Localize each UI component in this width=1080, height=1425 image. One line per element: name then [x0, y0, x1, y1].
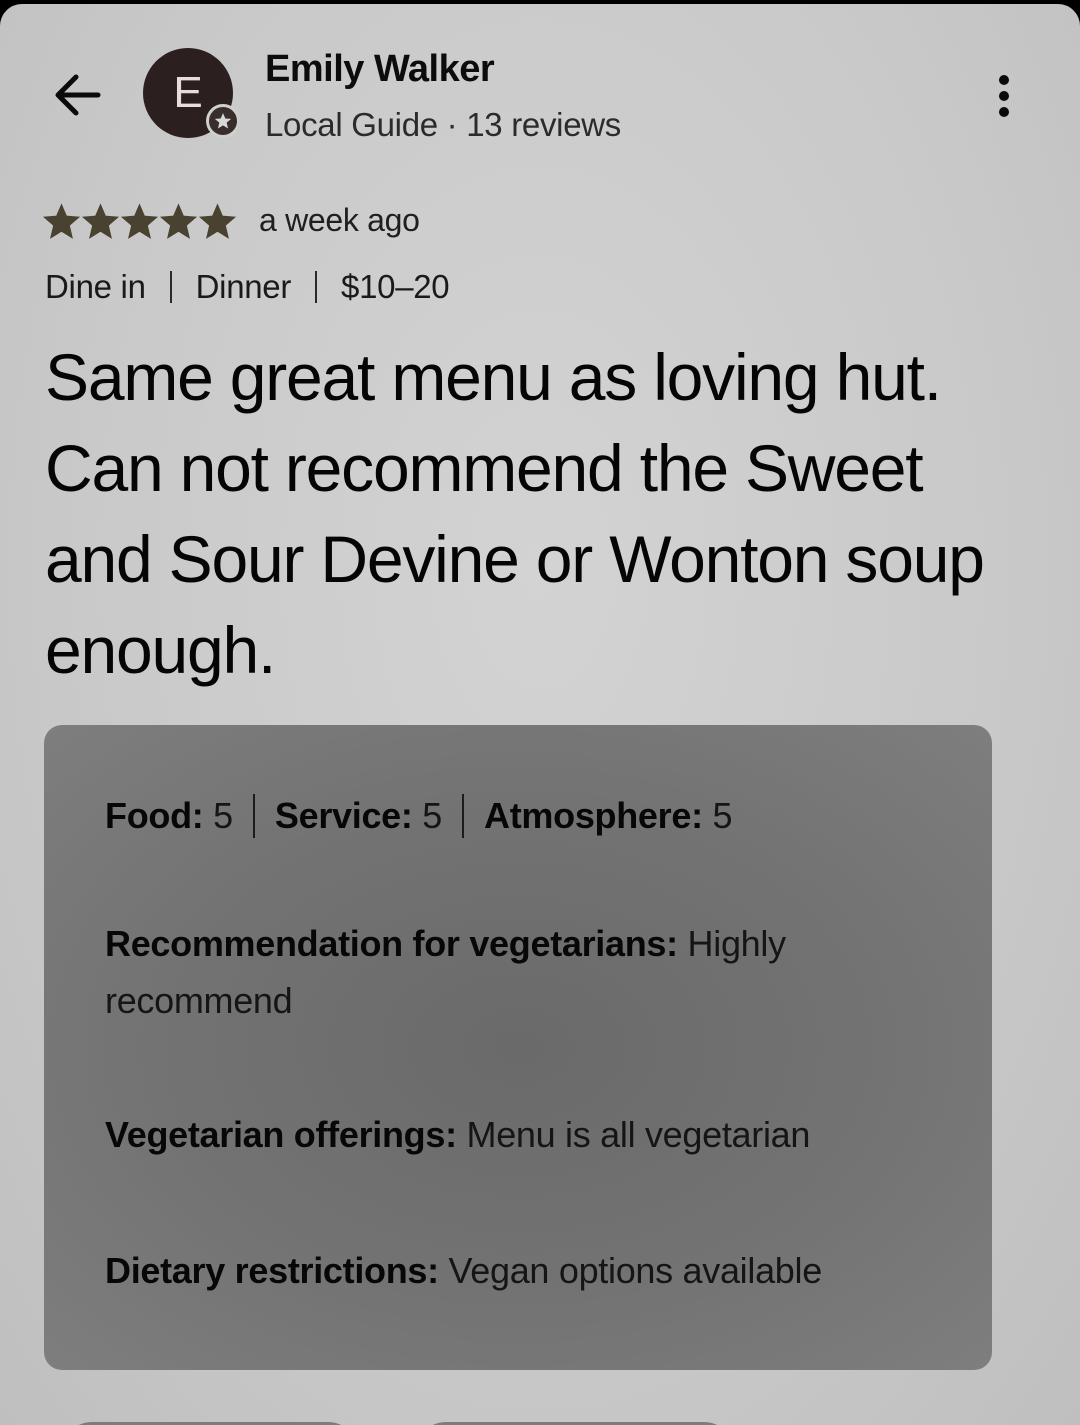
- divider: [462, 793, 465, 838]
- star-icon: [198, 203, 237, 239]
- vegetarian-offerings: Vegetarian offerings: Menu is all vegeta…: [105, 1114, 811, 1155]
- more-vert-icon: [999, 75, 1009, 117]
- visit-info: Dine in Dinner $10–20: [45, 268, 450, 306]
- arrow-left-icon: [55, 74, 101, 116]
- review-screen: E Emily Walker Local Guide · 13 reviews …: [0, 4, 1080, 1425]
- score-atmosphere: Atmosphere: 5: [484, 795, 733, 836]
- reviewer-name[interactable]: Emily Walker: [265, 48, 495, 91]
- divider: [315, 271, 318, 303]
- score-food: Food: 5: [105, 795, 233, 836]
- score-service: Service: 5: [274, 795, 443, 836]
- star-icon: [42, 203, 81, 239]
- reviewer-meta: Local Guide · 13 reviews: [265, 106, 621, 143]
- star-icon: [159, 203, 198, 239]
- dietary-restrictions: Dietary restrictions: Vegan options avai…: [105, 1250, 822, 1291]
- visit-price: $10–20: [341, 268, 450, 305]
- review-time: a week ago: [259, 202, 420, 238]
- review-details-card: Food: 5 Service: 5 Atmosphere: 5 Recomme…: [44, 725, 992, 1370]
- aspect-scores: Food: 5 Service: 5 Atmosphere: 5: [105, 787, 732, 844]
- star-badge-icon: [214, 113, 232, 129]
- visit-meal: Dinner: [195, 268, 292, 305]
- star-icon: [81, 203, 120, 239]
- review-text: Same great menu as loving hut. Can not r…: [45, 340, 985, 687]
- more-options-button[interactable]: [978, 68, 1030, 124]
- star-icon: [120, 203, 159, 239]
- vegetarian-recommendation: Recommendation for vegetarians: Highly r…: [105, 923, 786, 1021]
- avatar-initial: E: [173, 68, 203, 117]
- divider: [252, 793, 255, 838]
- back-button[interactable]: [46, 64, 108, 126]
- star-rating: [42, 202, 237, 244]
- visit-mode: Dine in: [45, 268, 146, 305]
- divider: [169, 271, 172, 303]
- local-guide-badge: [206, 104, 240, 138]
